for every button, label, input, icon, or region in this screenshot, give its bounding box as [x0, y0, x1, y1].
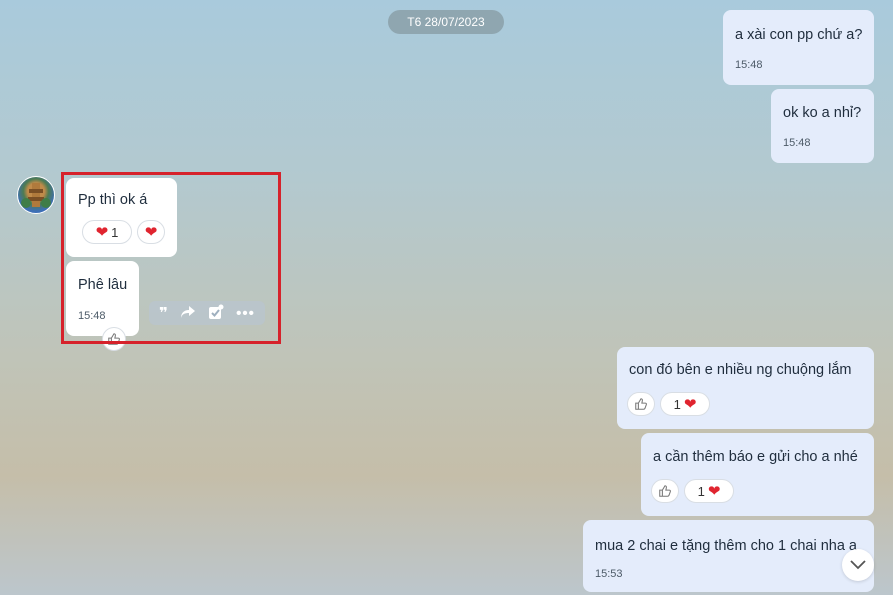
message-text: mua 2 chai e tặng thêm cho 1 chai nha a — [595, 538, 857, 554]
message-outgoing[interactable]: a xài con pp chứ a? 15:48 — [723, 10, 874, 85]
heart-icon: ❤ — [707, 482, 721, 500]
reaction-count: 1 — [697, 483, 705, 499]
message-time: 15:48 — [783, 137, 811, 149]
message-time: 15:48 — [735, 59, 763, 71]
message-time: 15:53 — [595, 568, 623, 580]
highlight-box — [61, 172, 281, 344]
message-outgoing[interactable]: ok ko a nhỉ? 15:48 — [771, 89, 874, 163]
chevron-down-icon — [850, 560, 866, 570]
message-text: ok ko a nhỉ? — [783, 105, 862, 121]
reaction-count: 1 — [673, 396, 681, 412]
avatar-image — [21, 183, 51, 208]
reaction-summary[interactable]: 1 ❤ — [684, 479, 734, 503]
reaction-summary[interactable]: 1 ❤ — [660, 392, 710, 416]
message-text: a xài con pp chứ a? — [735, 27, 863, 43]
react-like-button[interactable] — [651, 479, 679, 503]
react-like-button[interactable] — [627, 392, 655, 416]
message-text: a cần thêm báo e gửi cho a nhé — [653, 449, 858, 465]
date-separator: T6 28/07/2023 — [388, 10, 504, 34]
message-outgoing[interactable]: a cần thêm báo e gửi cho a nhé 1 ❤ — [641, 433, 874, 516]
message-outgoing[interactable]: mua 2 chai e tặng thêm cho 1 chai nha a … — [583, 520, 874, 592]
thumbs-up-icon — [659, 485, 671, 497]
message-text: con đó bên e nhiều ng chuộng lắm — [629, 362, 852, 378]
message-outgoing[interactable]: con đó bên e nhiều ng chuộng lắm 1 ❤ — [617, 347, 874, 429]
thumbs-up-icon — [635, 398, 647, 410]
heart-icon: ❤ — [683, 395, 697, 413]
scroll-to-bottom-button[interactable] — [842, 549, 874, 581]
avatar[interactable] — [17, 176, 55, 214]
